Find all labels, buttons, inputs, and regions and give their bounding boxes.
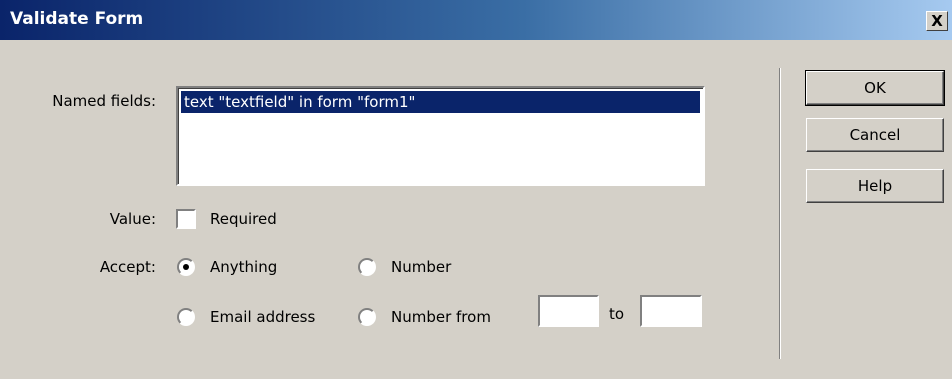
radio-selected-dot: [183, 264, 189, 270]
radio-anything-label: Anything: [210, 258, 278, 276]
value-label: Value:: [109, 210, 156, 228]
vertical-divider: [779, 68, 781, 359]
required-label: Required: [210, 210, 277, 228]
radio-email-address[interactable]: [177, 308, 195, 326]
accept-label: Accept:: [99, 258, 156, 276]
close-button[interactable]: X: [926, 11, 948, 31]
to-label: to: [609, 305, 625, 323]
number-to-input[interactable]: [640, 295, 702, 327]
radio-number-from[interactable]: [358, 308, 376, 326]
number-from-input[interactable]: [538, 295, 599, 327]
named-fields-label: Named fields:: [52, 92, 156, 110]
close-icon: X: [931, 11, 943, 30]
help-button[interactable]: Help: [806, 169, 944, 203]
radio-number-from-label: Number from: [391, 308, 491, 326]
radio-number[interactable]: [358, 258, 376, 276]
radio-anything[interactable]: [177, 258, 195, 276]
radio-email-label: Email address: [210, 308, 316, 326]
window-title: Validate Form: [10, 9, 144, 29]
ok-button[interactable]: OK: [805, 70, 945, 106]
required-checkbox[interactable]: [176, 209, 196, 229]
cancel-button[interactable]: Cancel: [806, 118, 944, 152]
named-fields-listbox[interactable]: text "textfield" in form "form1": [176, 86, 705, 186]
list-item[interactable]: text "textfield" in form "form1": [181, 91, 700, 113]
validate-form-dialog: Validate Form X Named fields: text "text…: [0, 0, 952, 379]
title-bar[interactable]: Validate Form X: [0, 0, 952, 40]
radio-number-label: Number: [391, 258, 452, 276]
